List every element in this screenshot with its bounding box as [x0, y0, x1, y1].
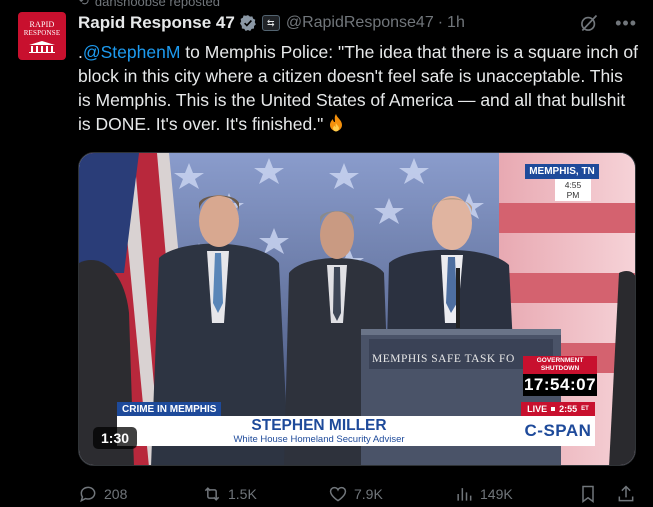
repost-icon: ⟲	[78, 0, 89, 8]
bookmark-icon	[582, 485, 594, 503]
action-bar: 208 1.5K 7.9K 149K	[78, 482, 638, 506]
avatar-text-line2: RESPONSE	[23, 28, 61, 37]
author-name[interactable]: Rapid Response 47	[78, 13, 235, 33]
repost-context-text: danshoobse reposted	[94, 0, 220, 9]
repost-context: ⟲ danshoobse reposted	[78, 0, 220, 9]
bookmark-button[interactable]	[578, 484, 598, 504]
reply-count: 208	[104, 486, 128, 502]
reply-icon	[80, 486, 96, 503]
views-button[interactable]: 149K	[454, 484, 513, 504]
share-icon	[618, 485, 634, 502]
fire-emoji-icon	[330, 114, 343, 132]
avatar-text-line1: RAPID	[29, 19, 55, 29]
video-player[interactable]: MEMPHIS, TN 4:55 PM MEMPHIS SAFE TASK FO…	[78, 152, 636, 466]
repost-button[interactable]: 1.5K	[202, 484, 257, 504]
segment-tag: CRIME IN MEMPHIS	[117, 402, 222, 417]
live-dot-icon	[551, 407, 556, 411]
video-duration: 1:30	[93, 427, 138, 449]
live-label: LIVE	[527, 404, 548, 414]
repost-icon	[204, 487, 220, 501]
author-handle[interactable]: @RapidResponse47	[286, 14, 434, 32]
location-label: MEMPHIS, TN	[525, 164, 599, 179]
grok-icon[interactable]	[579, 13, 599, 33]
shutdown-countdown: 17:54:07	[523, 374, 597, 396]
shutdown-label-1: GOVERNMENT	[536, 357, 584, 364]
tweet-text: .@StephenM to Memphis Police: "The idea …	[78, 40, 640, 136]
local-time-label: 4:55 PM	[555, 179, 591, 201]
network-logo: C-SPAN	[521, 416, 595, 446]
heart-icon	[329, 486, 347, 502]
timestamp[interactable]: 1h	[447, 14, 465, 32]
mention-link[interactable]: @StephenM	[83, 42, 181, 62]
lower-third: CRIME IN MEMPHIS STEPHEN MILLER White Ho…	[117, 402, 599, 446]
like-button[interactable]: 7.9K	[328, 484, 383, 504]
view-count: 149K	[480, 486, 513, 502]
analytics-icon	[457, 488, 472, 501]
like-count: 7.9K	[354, 486, 383, 502]
name-bar: STEPHEN MILLER White House Homeland Secu…	[117, 416, 521, 446]
tweet-header: Rapid Response 47 ⇆ @RapidResponse47 · 1…	[78, 12, 637, 34]
shutdown-label-2: SHUTDOWN	[540, 365, 580, 372]
affiliation-badge-icon[interactable]: ⇆	[261, 15, 280, 31]
share-button[interactable]	[616, 484, 636, 504]
more-options-icon[interactable]: •••	[615, 13, 637, 34]
building-icon	[29, 40, 55, 53]
speaker-name: STEPHEN MILLER	[251, 417, 387, 434]
verified-badge-icon[interactable]	[239, 14, 257, 32]
speaker-title: White House Homeland Security Adviser	[233, 434, 405, 445]
separator-dot: ·	[437, 14, 444, 31]
shutdown-clock: GOVERNMENT SHUTDOWN 17:54:07	[523, 356, 597, 396]
avatar[interactable]: RAPID RESPONSE	[18, 12, 66, 60]
live-indicator: LIVE 2:55 ET	[521, 402, 595, 416]
live-timezone: ET	[581, 406, 589, 412]
live-time: 2:55	[559, 404, 578, 414]
podium-sign-text: MEMPHIS SAFE TASK FO	[372, 353, 515, 365]
location-bug: MEMPHIS, TN 4:55 PM	[525, 164, 599, 201]
reply-button[interactable]: 208	[78, 484, 127, 504]
repost-count: 1.5K	[228, 486, 257, 502]
